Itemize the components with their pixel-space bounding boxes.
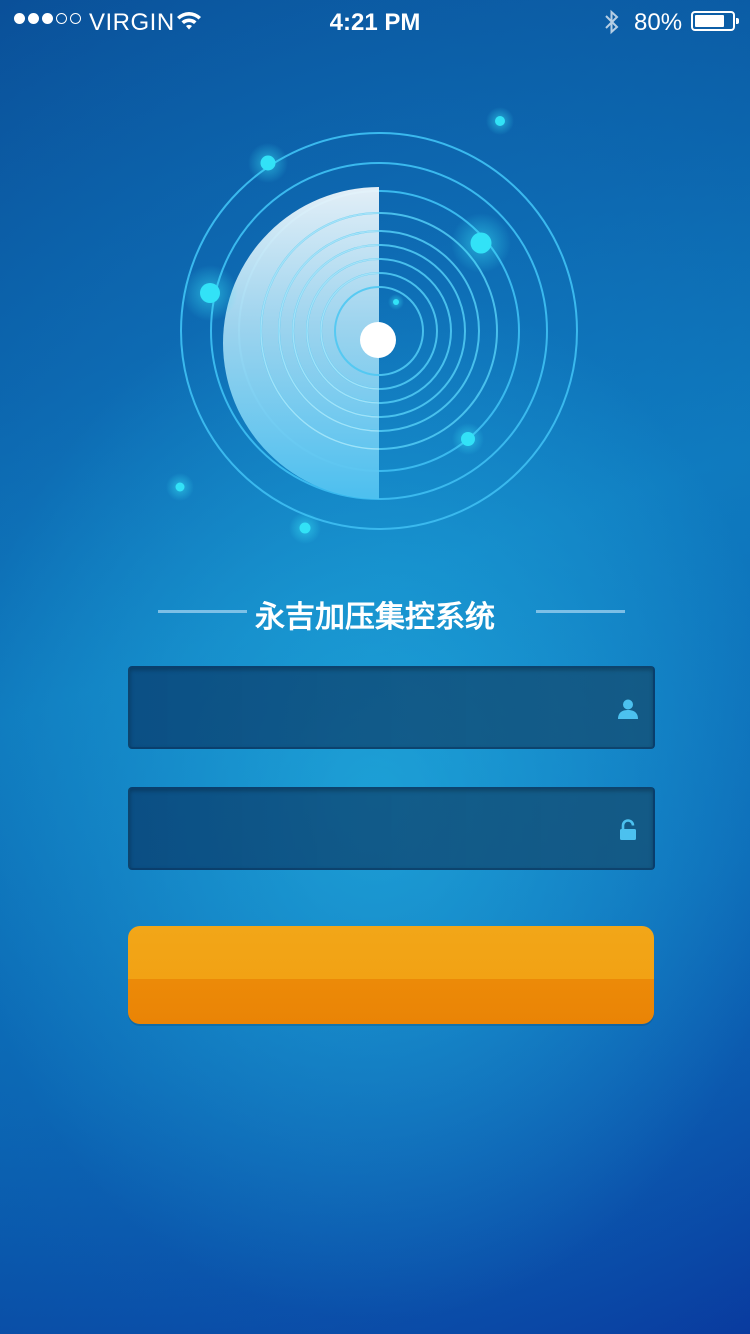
battery-icon bbox=[691, 11, 739, 31]
title-divider-right bbox=[536, 610, 625, 613]
radar-center bbox=[360, 322, 396, 358]
login-button[interactable] bbox=[128, 926, 654, 1024]
battery-nub bbox=[736, 18, 739, 24]
password-input[interactable] bbox=[150, 789, 604, 870]
radar-blip bbox=[461, 432, 475, 446]
password-field[interactable] bbox=[128, 787, 655, 870]
radar-blip bbox=[495, 116, 505, 126]
title-row: 永吉加压集控系统 bbox=[0, 590, 750, 634]
battery-percent: 80% bbox=[634, 9, 683, 36]
username-input[interactable] bbox=[150, 668, 604, 749]
radar-blip bbox=[175, 482, 185, 492]
radar-blip bbox=[393, 299, 399, 305]
radar-blip bbox=[260, 155, 276, 171]
status-bar: VIRGIN 4:21 PM 80% bbox=[0, 0, 750, 42]
lock-icon bbox=[617, 819, 639, 841]
radar-blip bbox=[200, 283, 220, 303]
app-title: 永吉加压集控系统 bbox=[255, 601, 495, 634]
battery-fill bbox=[695, 15, 724, 27]
radar-logo bbox=[166, 107, 578, 544]
radar-blip bbox=[299, 522, 311, 534]
bluetooth-icon bbox=[602, 9, 622, 42]
radar-blip bbox=[470, 232, 492, 254]
user-icon bbox=[617, 698, 639, 720]
username-field[interactable] bbox=[128, 666, 655, 749]
